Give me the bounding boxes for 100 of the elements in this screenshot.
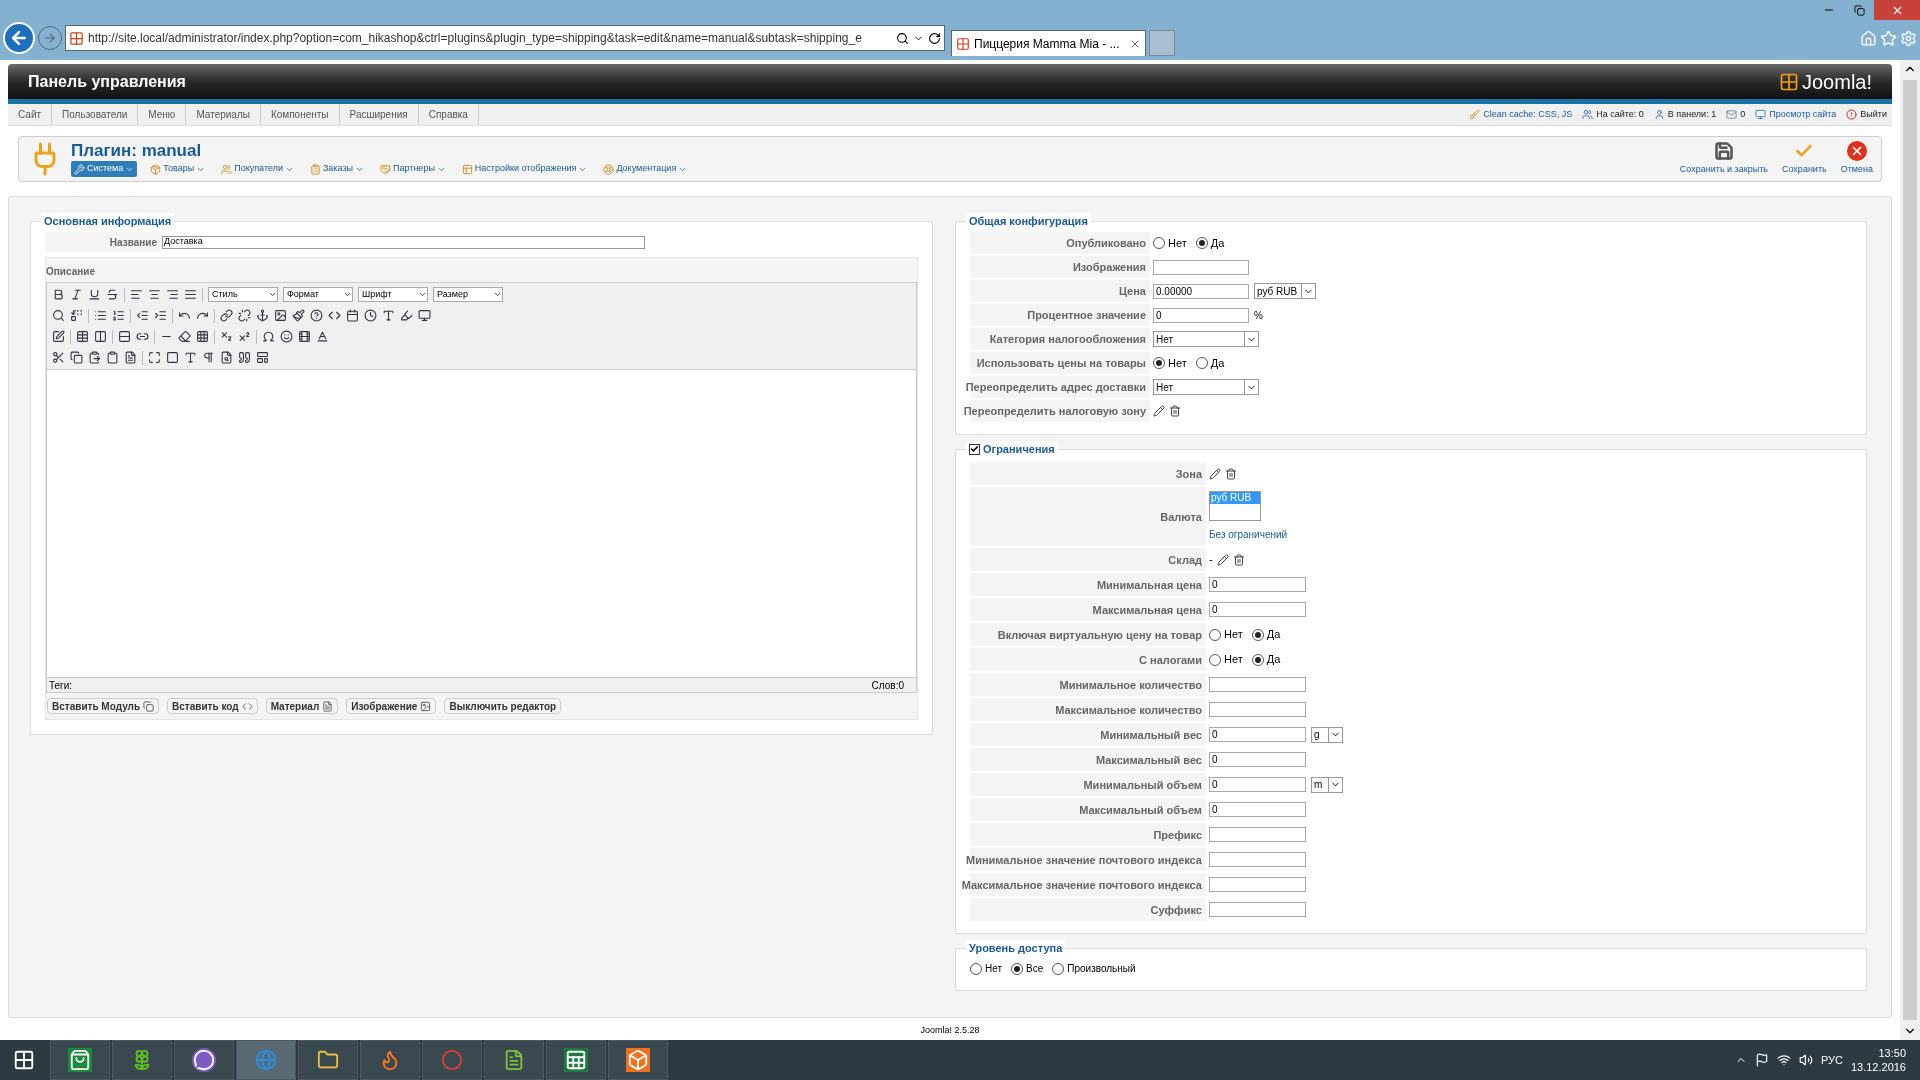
omega-icon[interactable] (262, 330, 275, 343)
editor-button[interactable]: Материал (265, 698, 339, 714)
taskbar-app[interactable] (112, 1040, 172, 1080)
input-field[interactable] (1209, 677, 1306, 692)
unlink-icon[interactable] (238, 309, 251, 322)
editor-button[interactable]: Вставить код (167, 698, 258, 714)
no-limit-link[interactable]: Без ограничений (1209, 527, 1288, 542)
input-field[interactable]: 0 (1209, 602, 1306, 617)
format-dropdown[interactable]: Формат (283, 287, 353, 302)
taskbar-app[interactable] (50, 1040, 110, 1080)
taskbar-app[interactable] (484, 1040, 544, 1080)
scissors-icon[interactable] (52, 351, 65, 364)
numbered-list-icon[interactable] (112, 309, 125, 322)
preview-icon[interactable] (220, 351, 233, 364)
input-field[interactable] (1209, 902, 1306, 917)
pencil-icon[interactable] (1153, 405, 1165, 417)
subscript-icon[interactable] (220, 330, 233, 343)
input-field[interactable]: 0 (1209, 777, 1306, 792)
smiley-icon[interactable] (280, 330, 293, 343)
network-icon[interactable] (1776, 1053, 1791, 1067)
address-bar[interactable]: http://site.local/administrator/index.php?option=com_hikashop&ctrl=plugins&plugin_type=shipping&task=edit&name=manual&subtask=shipping_e (65, 25, 945, 51)
menu-item[interactable]: Расширения (339, 104, 419, 125)
select-field[interactable]: g (1311, 726, 1343, 743)
input-field[interactable]: 0 (1209, 577, 1306, 592)
strikethrough-icon[interactable] (106, 288, 119, 301)
search-icon[interactable] (896, 31, 909, 45)
monitor-icon[interactable] (418, 309, 431, 322)
editor-button[interactable]: Вставить Модуль (47, 698, 160, 714)
columns-icon[interactable] (94, 330, 107, 343)
code-icon[interactable] (328, 309, 341, 322)
select-field[interactable]: Нет (1153, 331, 1259, 347)
select-field[interactable]: руб RUB (1254, 283, 1316, 299)
menu-item[interactable]: Пользователи (52, 104, 139, 125)
redo-icon[interactable] (196, 309, 209, 322)
editor-button[interactable]: Выключить редактор (444, 698, 562, 714)
input-field[interactable]: 0 (1209, 727, 1306, 742)
bullet-list-icon[interactable] (94, 309, 107, 322)
name-field[interactable]: Доставка (162, 235, 645, 249)
browser-tab[interactable]: Пиццерия Mamma Mia - ... (951, 30, 1146, 56)
input-field[interactable] (1209, 702, 1306, 717)
italic-icon[interactable] (70, 288, 83, 301)
paste-icon[interactable] (88, 351, 101, 364)
superscript-icon[interactable] (238, 330, 251, 343)
input-field[interactable] (1153, 259, 1249, 275)
input-field[interactable]: 0 (1209, 752, 1306, 767)
pencil-icon[interactable] (1209, 467, 1221, 480)
menu-item[interactable]: Компоненты (260, 104, 340, 125)
radio-button[interactable] (1153, 237, 1165, 249)
text-icon[interactable] (184, 351, 197, 364)
input-field[interactable]: 0 (1153, 307, 1249, 323)
trash-icon[interactable] (1232, 553, 1245, 566)
table-icon[interactable] (76, 330, 89, 343)
submenu-item[interactable]: Покупатели (218, 161, 297, 177)
status-link[interactable]: Clean cache: CSS, JS (1483, 107, 1573, 122)
flag-icon[interactable] (1754, 1053, 1769, 1067)
baseline-icon[interactable] (316, 330, 329, 343)
clipboard-icon[interactable] (106, 351, 119, 364)
quote-icon[interactable] (238, 351, 251, 364)
taskbar-app[interactable] (298, 1040, 358, 1080)
radio-button[interactable] (1209, 628, 1221, 641)
align-left-icon[interactable] (130, 288, 143, 301)
pilcrow-icon[interactable] (202, 351, 215, 364)
film-icon[interactable] (298, 330, 311, 343)
taskbar-app[interactable] (608, 1040, 668, 1080)
select-all-icon[interactable] (148, 351, 161, 364)
radio-button[interactable] (1251, 653, 1264, 666)
bold-icon[interactable] (52, 288, 65, 301)
radio-button[interactable] (1011, 962, 1024, 975)
checkbox[interactable] (969, 443, 980, 455)
radio-button[interactable] (1251, 628, 1264, 641)
help-icon[interactable] (310, 309, 323, 322)
input-field[interactable] (1209, 827, 1306, 842)
trash-icon[interactable] (1225, 467, 1237, 480)
menu-item[interactable]: Материалы (186, 104, 261, 125)
restore-icon[interactable] (1853, 4, 1865, 16)
replace-icon[interactable] (70, 309, 83, 322)
toolbar-action[interactable]: Отмена (1840, 141, 1873, 177)
editor-button[interactable]: Изображение (346, 698, 437, 714)
select-field[interactable]: m (1311, 776, 1343, 793)
radio-button[interactable] (1153, 357, 1165, 369)
copy-icon[interactable] (70, 351, 83, 364)
image-icon[interactable] (274, 309, 287, 322)
submenu-item[interactable]: Заказы (306, 161, 367, 177)
calendar-icon[interactable] (346, 309, 359, 322)
align-right-icon[interactable] (166, 288, 179, 301)
back-button[interactable] (3, 22, 35, 54)
clock-icon[interactable] (364, 309, 377, 322)
clock-time[interactable]: 13:50 (1878, 1046, 1906, 1060)
radio-button[interactable] (1195, 357, 1208, 369)
radio-button[interactable] (1052, 962, 1065, 975)
refresh-icon[interactable] (928, 31, 941, 45)
format-dropdown[interactable]: Шрифт (358, 287, 428, 302)
square-icon[interactable] (166, 351, 179, 364)
link-icon[interactable] (220, 309, 233, 322)
star-icon[interactable] (1880, 29, 1897, 47)
submenu-item[interactable]: Система (71, 161, 138, 177)
taskbar-app[interactable] (546, 1040, 606, 1080)
select-field[interactable]: Нет (1153, 379, 1259, 395)
input-field[interactable] (1209, 877, 1306, 892)
indent-icon[interactable] (154, 309, 167, 322)
